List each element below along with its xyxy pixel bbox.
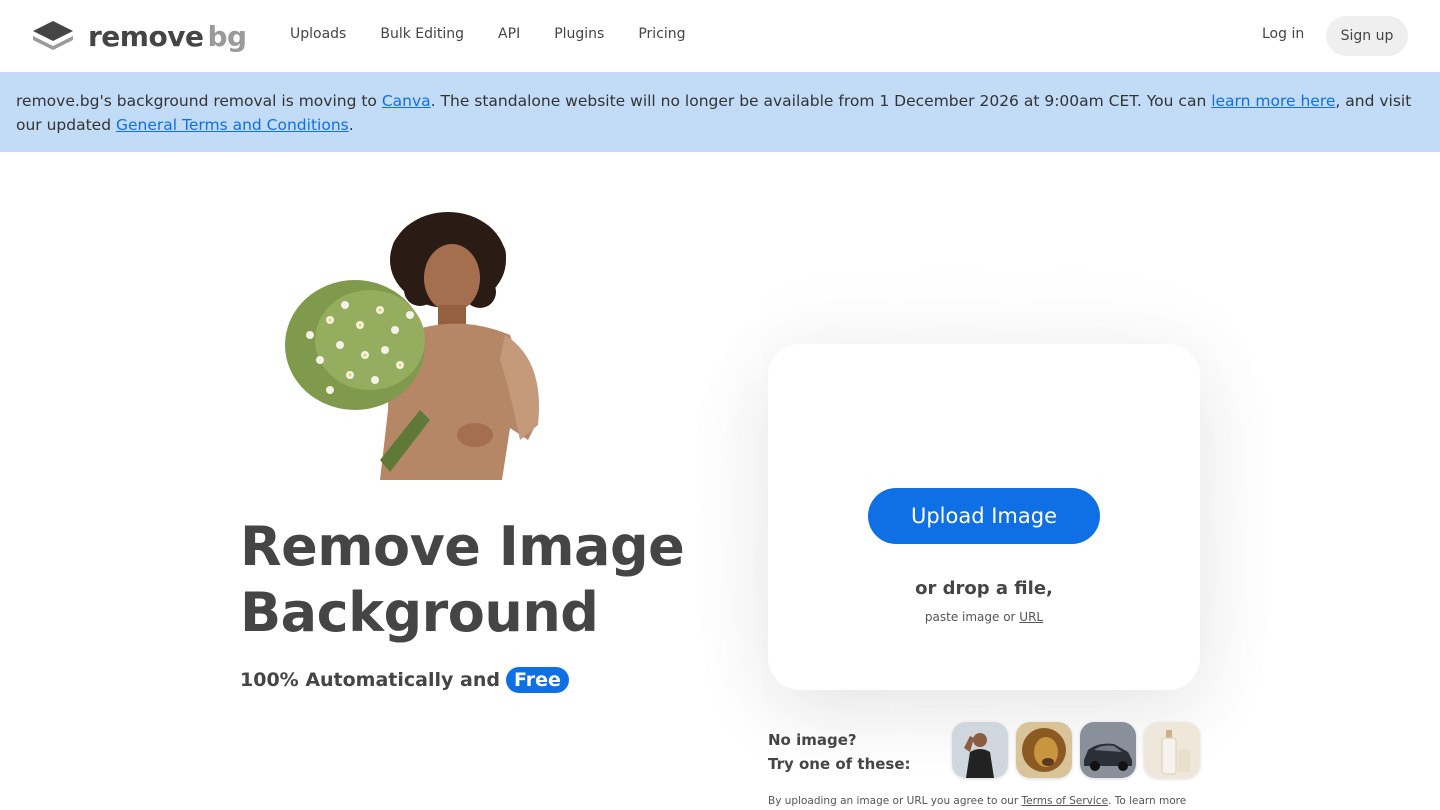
terms-notice: By uploading an image or URL you agree t… <box>768 795 1186 807</box>
sample-prompt-line2: Try one of these: <box>768 755 911 773</box>
sample-images <box>952 722 1208 778</box>
hero-title-line2: Background <box>240 581 599 644</box>
nav-api[interactable]: API <box>498 26 520 42</box>
sample-person[interactable] <box>952 722 1008 778</box>
hero-title: Remove Image Background <box>240 514 760 646</box>
terms-notice-text2: . To learn more <box>1108 795 1187 807</box>
nav-plugins[interactable]: Plugins <box>554 26 604 42</box>
banner-text: remove.bg's background removal is moving… <box>16 92 382 110</box>
paste-hint: paste image or URL <box>768 610 1200 624</box>
free-badge: Free <box>505 667 569 693</box>
learn-more-link[interactable]: learn more here <box>1211 92 1335 110</box>
upload-image-button[interactable]: Upload Image <box>868 488 1100 544</box>
hero-subtitle-text: 100% Automatically and <box>240 669 500 691</box>
logo[interactable]: remove bg <box>31 18 247 54</box>
logo-layers-icon <box>33 21 73 50</box>
terms-link[interactable]: General Terms and Conditions <box>116 116 349 134</box>
nav-uploads[interactable]: Uploads <box>290 26 346 42</box>
hero-subtitle: 100% Automatically and Free <box>240 664 569 696</box>
sample-prompt-line1: No image? <box>768 731 857 749</box>
banner-text: . <box>348 116 354 134</box>
sample-prompt: No image? Try one of these: <box>768 728 911 776</box>
hero-woman-with-flowers-image <box>285 212 540 480</box>
drop-file-text: or drop a file, <box>915 578 1053 599</box>
sample-car[interactable] <box>1080 722 1136 778</box>
signup-button[interactable]: Sign up <box>1326 16 1408 56</box>
paste-hint-text: paste image or <box>924 610 1020 624</box>
hero-title-line1: Remove Image <box>240 515 685 578</box>
url-link[interactable]: URL <box>1019 610 1043 624</box>
nav-bulk-editing[interactable]: Bulk Editing <box>380 26 464 42</box>
nav-pricing[interactable]: Pricing <box>638 26 685 42</box>
login-link[interactable]: Log in <box>1262 26 1304 42</box>
terms-notice-text: By uploading an image or URL you agree t… <box>768 795 1022 807</box>
sample-product[interactable] <box>1144 722 1200 778</box>
terms-of-service-link[interactable]: Terms of Service <box>1022 795 1109 807</box>
canva-link[interactable]: Canva <box>382 92 431 110</box>
announcement-banner: remove.bg's background removal is moving… <box>0 72 1440 152</box>
upload-dropzone[interactable]: Upload Image or drop a file, paste image… <box>768 344 1200 690</box>
site-header: remove bg Uploads Bulk Editing API Plugin… <box>0 0 1440 72</box>
logo-text: remove bg <box>88 19 247 53</box>
sample-lion[interactable] <box>1016 722 1072 778</box>
banner-text: . The standalone website will no longer … <box>430 92 1212 110</box>
main-nav: Uploads Bulk Editing API Plugins Pricing <box>290 26 720 42</box>
